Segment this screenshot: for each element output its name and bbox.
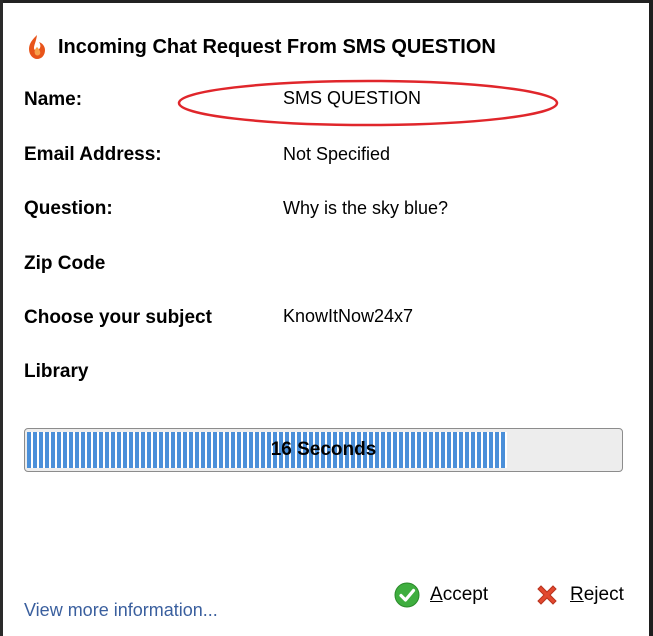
progress-label: 16 Seconds <box>270 439 377 460</box>
window-frame-right <box>649 0 653 636</box>
field-label-email: Email Address: <box>24 144 162 165</box>
green-check-icon <box>394 582 420 608</box>
field-label-zip-code: Zip Code <box>24 253 106 274</box>
field-value-name: SMS QUESTION <box>283 88 422 108</box>
countdown-progress-bar: 16 Seconds <box>24 428 623 472</box>
accept-label: Accept <box>430 584 489 605</box>
field-label-question: Question: <box>24 198 113 219</box>
window-frame-top <box>0 0 653 3</box>
reject-button[interactable]: Reject <box>534 578 624 612</box>
field-value-email: Not Specified <box>283 144 391 164</box>
window-frame-left <box>0 0 3 636</box>
field-label-subject: Choose your subject <box>24 307 212 328</box>
field-value-question: Why is the sky blue? <box>283 198 449 218</box>
reject-label: Reject <box>570 584 624 605</box>
field-label-library: Library <box>24 361 89 382</box>
field-label-name: Name: <box>24 89 83 110</box>
dialog-title: Incoming Chat Request From SMS QUESTION <box>58 35 496 58</box>
field-value-subject: KnowItNow24x7 <box>283 306 414 326</box>
flame-logo-icon <box>29 35 45 59</box>
red-x-icon <box>537 585 557 605</box>
view-more-information-link[interactable]: View more information... <box>24 600 218 621</box>
accept-button[interactable]: Accept <box>394 578 488 612</box>
dialog-title-bar: Incoming Chat Request From SMS QUESTION <box>24 32 496 62</box>
